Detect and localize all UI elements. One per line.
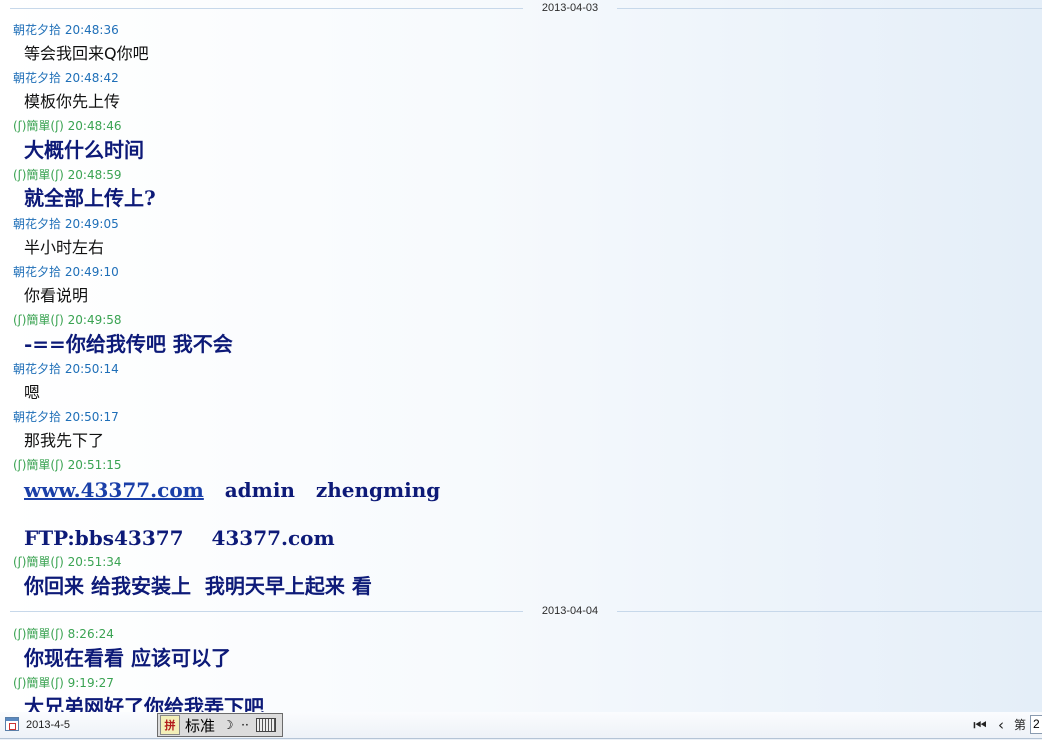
soft-keyboard-icon[interactable]: [256, 718, 276, 732]
website-link[interactable]: www.43377.com: [24, 478, 204, 502]
message-time: 20:49:10: [64, 265, 119, 279]
sender-name[interactable]: (ʃ)簡單(ʃ): [13, 555, 64, 569]
message-text: 就全部上传上?: [24, 186, 156, 210]
message-header: (ʃ)簡單(ʃ) 20:48:59: [13, 167, 122, 183]
message-text: 那我先下了: [24, 431, 105, 450]
sender-name[interactable]: 朝花夕拾: [13, 71, 61, 85]
message-text: 嗯: [24, 383, 41, 402]
date-separator: 2013-04-03: [0, 1, 1042, 15]
message-text: 模板你先上传: [24, 92, 121, 111]
message-text: www.43377.com admin zhengming: [24, 477, 440, 503]
message-text: 你回来 给我安装上 我明天早上起来 看: [24, 574, 372, 598]
message-text: 半小时左右: [24, 238, 105, 257]
message-header: (ʃ)簡單(ʃ) 9:19:27: [13, 675, 114, 691]
first-page-icon[interactable]: ⏮: [973, 716, 987, 734]
message-text: 大概什么时间: [24, 138, 144, 162]
message-text: -==你给我传吧 我不会: [24, 332, 233, 356]
ime-mode-button[interactable]: 标准: [182, 715, 218, 735]
message-time: 20:48:46: [67, 119, 122, 133]
message-time: 20:50:14: [64, 362, 119, 376]
message-time: 20:51:34: [67, 555, 122, 569]
sender-name[interactable]: 朝花夕拾: [13, 410, 61, 424]
message-text-rest: admin zhengming: [203, 478, 441, 502]
message-text: 大兄弟网好了你给我弄下吧: [24, 695, 264, 712]
sender-name[interactable]: (ʃ)簡單(ʃ): [13, 168, 64, 182]
toolbar-divider: [0, 738, 1042, 739]
page-label: 第: [1014, 718, 1027, 732]
message-time: 9:19:27: [67, 676, 114, 690]
message-time: 8:26:24: [67, 627, 114, 641]
sender-name[interactable]: (ʃ)簡單(ʃ): [13, 627, 64, 641]
sender-name[interactable]: 朝花夕拾: [13, 23, 61, 37]
message-header: 朝花夕拾 20:50:14: [13, 361, 119, 377]
ime-width-button[interactable]: ··: [238, 715, 252, 735]
date-separator: 2013-04-04: [0, 604, 1042, 618]
calendar-icon[interactable]: [5, 717, 19, 731]
sender-name[interactable]: (ʃ)簡單(ʃ): [13, 676, 64, 690]
message-header: (ʃ)簡單(ʃ) 20:51:34: [13, 554, 122, 570]
separator-line: [617, 8, 1042, 9]
message-time: 20:48:59: [67, 168, 122, 182]
chat-history-panel[interactable]: 2013-04-03 朝花夕拾 20:48:36 等会我回来Q你吧 朝花夕拾 2…: [0, 0, 1042, 712]
message-header: (ʃ)簡單(ʃ) 20:48:46: [13, 118, 122, 134]
date-label: 2013-04-04: [541, 605, 599, 617]
message-time: 20:48:36: [64, 23, 119, 37]
page-number-input[interactable]: 2: [1030, 715, 1042, 734]
date-label: 2013-04-03: [541, 2, 599, 14]
separator-line: [617, 611, 1042, 612]
separator-line: [10, 8, 523, 9]
message-header: 朝花夕拾 20:50:17: [13, 409, 119, 425]
message-time: 20:49:58: [67, 313, 122, 327]
message-header: 朝花夕拾 20:48:42: [13, 70, 119, 86]
ime-toolbar[interactable]: 拼 标准 ☽ ··: [157, 713, 283, 737]
prev-page-icon[interactable]: ‹: [994, 716, 1008, 734]
sender-name[interactable]: 朝花夕拾: [13, 217, 61, 231]
ime-logo-icon[interactable]: 拼: [160, 715, 180, 735]
sender-name[interactable]: 朝花夕拾: [13, 265, 61, 279]
message-header: 朝花夕拾 20:49:05: [13, 216, 119, 232]
sender-name[interactable]: 朝花夕拾: [13, 362, 61, 376]
message-time: 20:51:15: [67, 458, 122, 472]
message-time: 20:48:42: [64, 71, 119, 85]
message-header: 朝花夕拾 20:49:10: [13, 264, 119, 280]
message-header: (ʃ)簡單(ʃ) 20:49:58: [13, 312, 122, 328]
current-date[interactable]: 2013-4-5: [26, 718, 70, 732]
message-time: 20:50:17: [64, 410, 119, 424]
ime-punct-button[interactable]: ☽: [220, 715, 236, 735]
message-text: 你看说明: [24, 286, 89, 305]
sender-name[interactable]: (ʃ)簡單(ʃ): [13, 119, 64, 133]
separator-line: [10, 611, 523, 612]
bottom-toolbar: 2013-4-5 拼 标准 ☽ ·· ⏮ ‹ 第 2: [0, 712, 1042, 740]
message-header: (ʃ)簡單(ʃ) 8:26:24: [13, 626, 114, 642]
message-header: (ʃ)簡單(ʃ) 20:51:15: [13, 457, 122, 473]
sender-name[interactable]: (ʃ)簡單(ʃ): [13, 458, 64, 472]
message-text: 等会我回来Q你吧: [24, 44, 149, 63]
message-time: 20:49:05: [64, 217, 119, 231]
message-text-line2: FTP:bbs43377 43377.com: [24, 526, 335, 550]
sender-name[interactable]: (ʃ)簡單(ʃ): [13, 313, 64, 327]
message-header: 朝花夕拾 20:48:36: [13, 22, 119, 38]
message-text: 你现在看看 应该可以了: [24, 646, 231, 670]
